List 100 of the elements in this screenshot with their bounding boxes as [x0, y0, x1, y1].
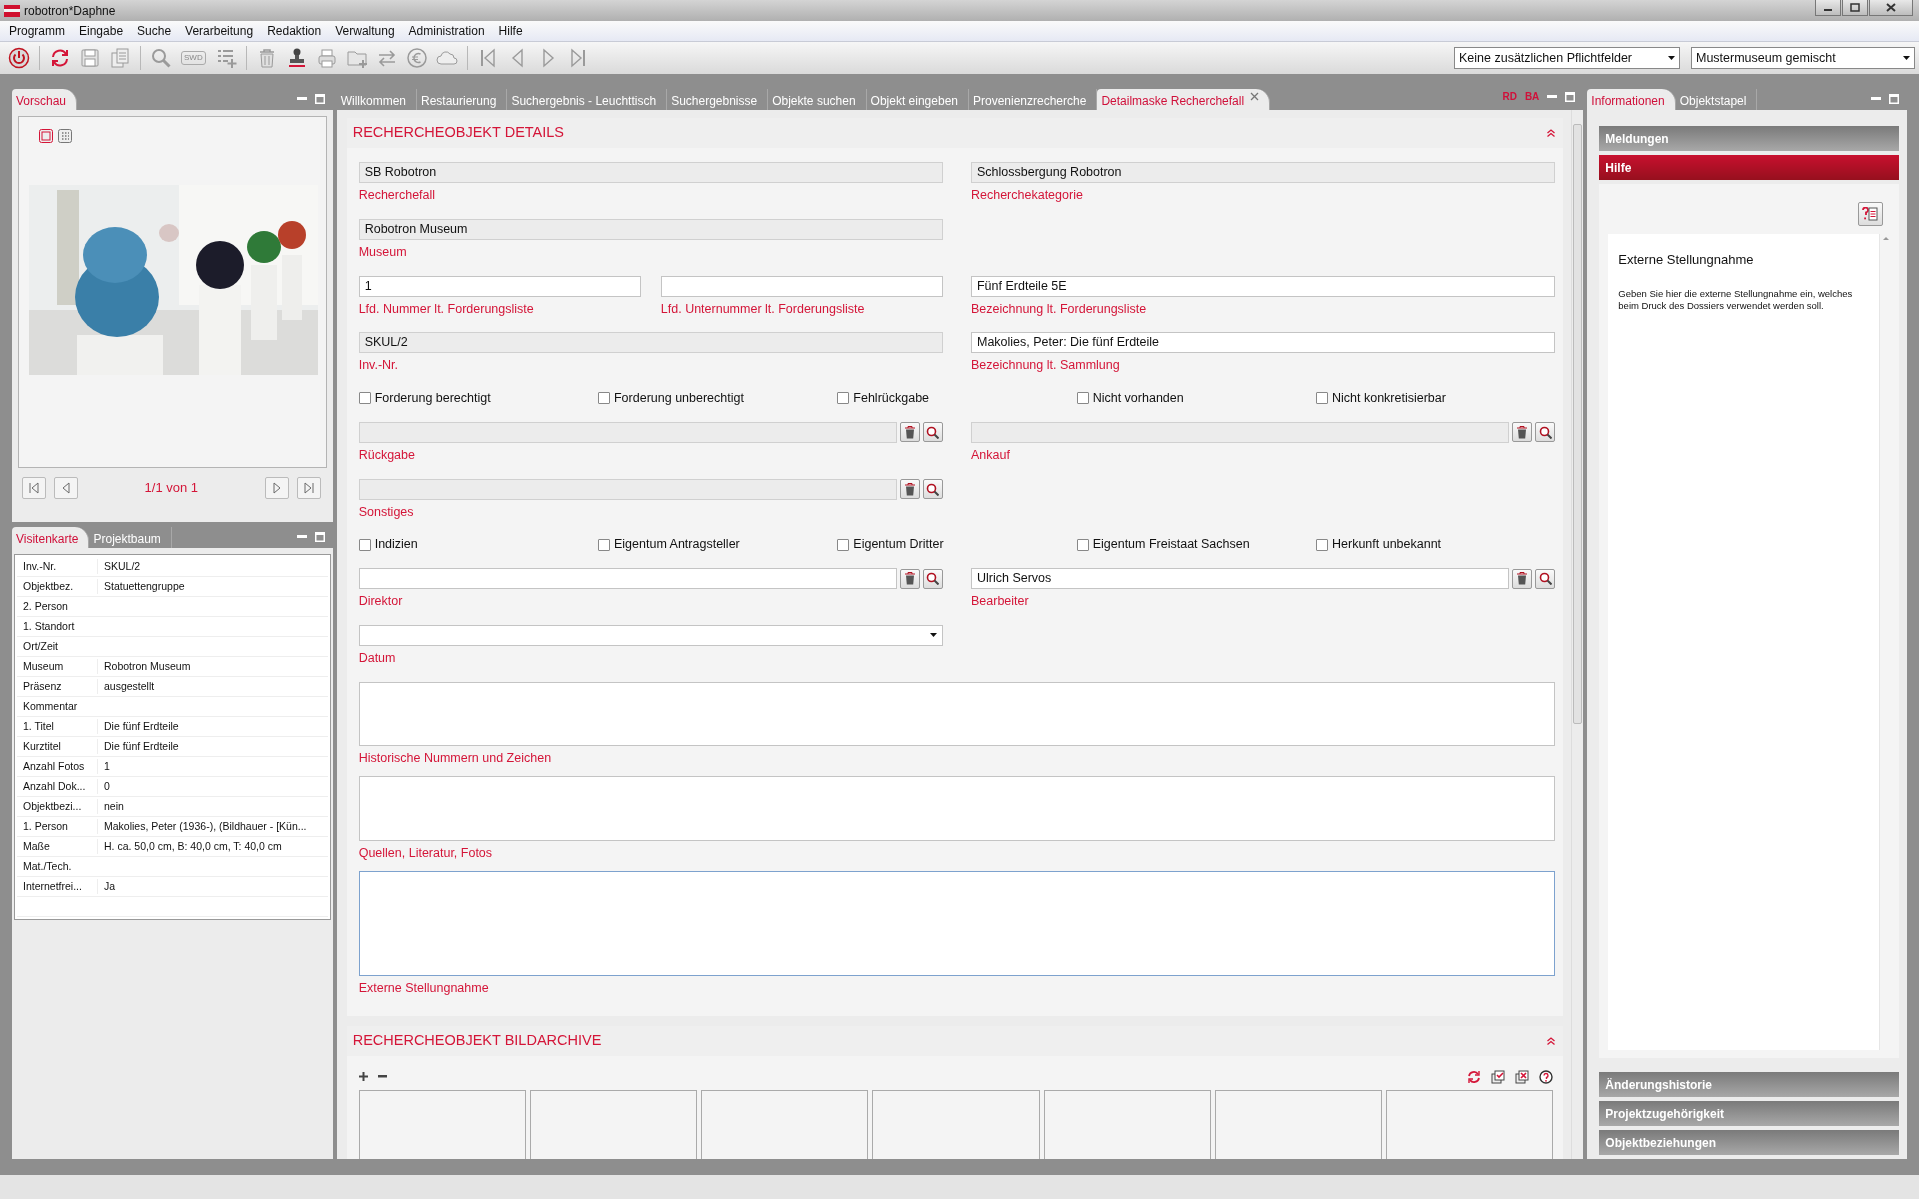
menu-item[interactable]: Eingabe — [72, 22, 131, 40]
text-area[interactable] — [358, 776, 1556, 841]
field-label: Lfd. Nummer lt. Forderungsliste — [358, 300, 534, 318]
maximize-icon[interactable] — [314, 94, 325, 104]
search-icon — [926, 425, 940, 439]
menu-item[interactable]: Suche — [130, 22, 179, 40]
text-field[interactable] — [358, 568, 897, 589]
checkbox[interactable] — [1076, 392, 1089, 405]
menu-item[interactable]: Redaktion — [260, 22, 329, 40]
maximize-icon[interactable] — [314, 532, 325, 542]
menu-item[interactable]: Verarbeitung — [178, 22, 261, 40]
search-button[interactable] — [1535, 568, 1556, 589]
checkbox[interactable] — [598, 392, 610, 405]
deselect-all-icon[interactable] — [1515, 1069, 1530, 1084]
text-area[interactable] — [358, 681, 1556, 747]
image-slot[interactable] — [1214, 1089, 1383, 1159]
power-button[interactable] — [6, 45, 32, 71]
dropdown[interactable]: Keine zusätzlichen Pflichtfelder — [1454, 47, 1680, 69]
select-all-icon[interactable] — [1491, 1069, 1506, 1084]
delete-button[interactable] — [1512, 568, 1533, 589]
search-icon — [1538, 572, 1552, 585]
maximize-icon[interactable] — [1565, 91, 1576, 102]
text-field[interactable]: Fünf Erdteile 5E — [971, 275, 1556, 297]
next-button[interactable] — [264, 477, 289, 499]
maximize-icon[interactable] — [1889, 94, 1899, 104]
checkbox[interactable] — [358, 538, 371, 551]
image-slot[interactable] — [872, 1089, 1040, 1159]
tab[interactable]: Detailmaske Recherchefall — [1097, 89, 1271, 110]
menu-item[interactable]: Programm — [2, 22, 72, 40]
scrollbar[interactable] — [1573, 124, 1583, 724]
field-label: Datum — [358, 649, 396, 667]
delete-button[interactable] — [1512, 422, 1533, 443]
first-button[interactable] — [22, 477, 46, 499]
text-field[interactable]: SKUL/2 — [358, 332, 943, 354]
delete-button[interactable] — [900, 568, 920, 589]
tab[interactable]: Vorschau — [12, 89, 78, 110]
menu-item[interactable]: Hilfe — [491, 22, 530, 40]
search-button[interactable] — [923, 568, 943, 589]
image-slot[interactable] — [701, 1089, 869, 1159]
refresh-icon[interactable] — [1467, 1069, 1482, 1084]
field-label: Direktor — [358, 593, 403, 610]
text-field[interactable] — [971, 421, 1510, 443]
text-field[interactable]: Ulrich Servos — [971, 568, 1510, 589]
minimize-button[interactable] — [1815, 0, 1841, 16]
close-icon[interactable] — [1250, 92, 1260, 101]
grid-view-icon[interactable] — [58, 129, 72, 143]
text-field[interactable]: Robotron Museum — [358, 218, 943, 240]
menu-item[interactable]: Verwaltung — [328, 22, 402, 40]
image-slot[interactable] — [1043, 1089, 1211, 1159]
field-label: 2. Person — [22, 598, 69, 614]
collapse-icon[interactable] — [1547, 1036, 1556, 1045]
checkbox[interactable] — [598, 538, 610, 551]
section-header[interactable]: Hilfe — [1599, 155, 1899, 180]
delete-button[interactable] — [900, 479, 920, 499]
collapse-icon[interactable] — [1547, 129, 1556, 137]
euro-icon — [405, 47, 428, 69]
text-field[interactable] — [358, 478, 897, 500]
dropdown[interactable]: Mustermuseum gemischt — [1691, 47, 1915, 69]
checkbox[interactable] — [358, 392, 371, 405]
search-button[interactable] — [923, 422, 943, 443]
checkbox[interactable] — [1316, 392, 1328, 405]
maximize-button[interactable] — [1842, 0, 1868, 16]
checkbox[interactable] — [1076, 538, 1089, 551]
caret-icon — [1668, 56, 1675, 60]
image-slot[interactable] — [1386, 1089, 1554, 1159]
minimize-icon[interactable] — [1547, 94, 1558, 99]
single-view-icon[interactable] — [39, 129, 53, 143]
remove-button[interactable] — [377, 1075, 387, 1079]
add-button[interactable] — [358, 1072, 368, 1082]
tab[interactable]: Informationen — [1587, 89, 1676, 110]
text-field[interactable] — [660, 275, 943, 297]
last-button[interactable] — [296, 477, 321, 499]
menu-item[interactable]: Administration — [401, 22, 492, 40]
close-button[interactable] — [1869, 0, 1913, 16]
delete-button[interactable] — [900, 422, 920, 443]
search-button[interactable] — [923, 479, 943, 499]
checkbox[interactable] — [837, 392, 850, 405]
minimize-icon[interactable] — [1871, 97, 1881, 101]
field-label: Ankauf — [971, 446, 1010, 464]
previous-button[interactable] — [54, 477, 78, 499]
help-button[interactable] — [1858, 202, 1883, 226]
text-field[interactable] — [358, 421, 897, 443]
image-slot[interactable] — [529, 1089, 698, 1159]
tab[interactable]: Visitenkarte — [12, 527, 90, 548]
minimize-icon[interactable] — [296, 535, 307, 539]
search-button[interactable] — [1535, 422, 1556, 443]
plus-icon — [358, 1072, 368, 1082]
field-value: 1 — [97, 758, 328, 775]
help-icon[interactable] — [1539, 1069, 1554, 1084]
checkbox[interactable] — [1316, 538, 1328, 551]
text-field[interactable]: 1 — [358, 275, 641, 297]
checkbox[interactable] — [837, 538, 850, 551]
text-field[interactable]: Makolies, Peter: Die fünf Erdteile — [971, 332, 1556, 354]
image-slot[interactable] — [358, 1089, 526, 1159]
text-field[interactable]: Schlossbergung Robotron — [971, 162, 1556, 183]
minimize-icon[interactable] — [296, 97, 307, 101]
text-field[interactable]: SB Robotron — [358, 162, 943, 183]
checkbox-label: Eigentum Antragsteller — [614, 536, 740, 554]
text-area[interactable] — [358, 870, 1556, 976]
dropdown[interactable] — [358, 624, 943, 646]
